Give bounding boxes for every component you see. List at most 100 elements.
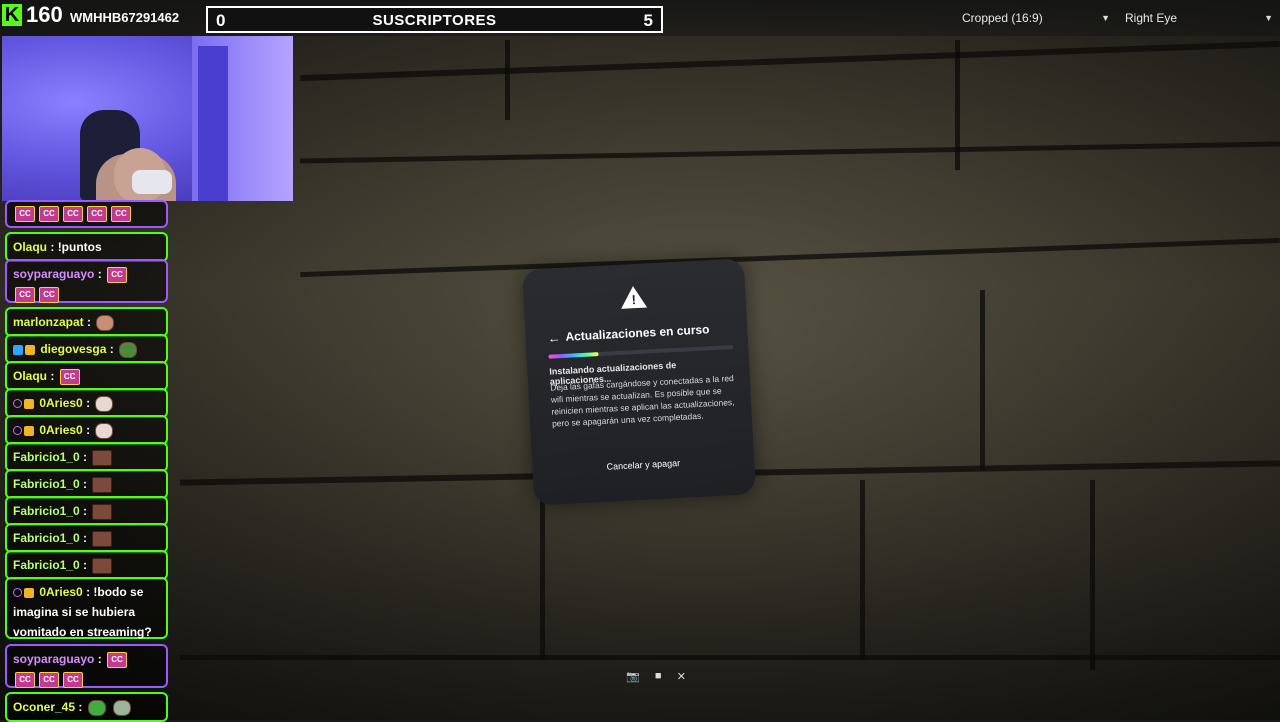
chat-username: Fabricio1_0 bbox=[13, 450, 80, 464]
chat-message: Oconer_45 : bbox=[5, 692, 168, 722]
chat-text: : bbox=[83, 504, 88, 518]
chat-message: soyparaguayo : CC CC CC bbox=[5, 259, 168, 303]
emote-cc: CC bbox=[59, 368, 80, 385]
emote-cc: CC bbox=[15, 671, 35, 688]
chat-message: Olaqu : !puntos bbox=[5, 232, 168, 262]
mute-icon[interactable]: ✕ bbox=[677, 670, 686, 686]
chat-message: diegovesga : bbox=[5, 334, 168, 364]
wall-mortar-line bbox=[980, 290, 985, 470]
chat-message: marlonzapat : bbox=[5, 307, 168, 337]
stream-top-bar: K 160 WMHHB67291462 0 SUSCRIPTORES 5 Cro… bbox=[0, 0, 1280, 36]
emote-face bbox=[95, 395, 114, 412]
chat-username: diegovesga bbox=[40, 342, 107, 356]
vr-update-dialog: ! ← Actualizaciones en curso Instalando … bbox=[521, 258, 757, 506]
badge-icon bbox=[24, 425, 34, 436]
chat-username: Fabricio1_0 bbox=[13, 558, 80, 572]
wall-mortar-line bbox=[300, 141, 1280, 164]
chat-message: CC CC CC CC CC bbox=[5, 200, 168, 228]
emote-cc: CC bbox=[87, 205, 107, 222]
chat-text: : bbox=[86, 423, 91, 437]
emote-cc: CC bbox=[15, 205, 35, 222]
chat-message: Olaqu : CC bbox=[5, 361, 168, 391]
badge-icon bbox=[13, 426, 22, 436]
chat-username: 0Aries0 bbox=[39, 396, 83, 410]
badge-icon bbox=[13, 399, 22, 409]
emote-face bbox=[96, 314, 115, 331]
emote-knight bbox=[92, 503, 113, 520]
chat-text: : bbox=[78, 700, 83, 714]
emote-cc: CC bbox=[39, 286, 59, 303]
chevron-down-icon: ▼ bbox=[1264, 13, 1273, 23]
back-arrow-icon[interactable]: ← bbox=[547, 330, 561, 346]
chat-username: Olaqu bbox=[13, 369, 48, 383]
chat-username: Fabricio1_0 bbox=[13, 531, 80, 545]
chat-text: : bbox=[83, 477, 88, 491]
chat-message: Fabricio1_0 : bbox=[5, 469, 168, 499]
chevron-down-icon: ▼ bbox=[1101, 13, 1110, 23]
chat-username: Fabricio1_0 bbox=[13, 477, 80, 491]
capture-controls: 📷 ■ ✕ bbox=[626, 670, 686, 686]
chat-message: Fabricio1_0 : bbox=[5, 550, 168, 580]
chat-username: marlonzapat bbox=[13, 315, 84, 329]
chat-username: Fabricio1_0 bbox=[13, 504, 80, 518]
crop-mode-value: Cropped (16:9) bbox=[962, 11, 1043, 25]
wall-mortar-line bbox=[300, 40, 1280, 82]
update-description: Deja las gafas cargándose y conectadas a… bbox=[549, 373, 735, 429]
vr-headset bbox=[132, 170, 172, 194]
update-progress-bar bbox=[548, 345, 734, 359]
wall-mortar-line bbox=[180, 655, 1280, 660]
chat-username: soyparaguayo bbox=[13, 652, 95, 666]
chat-username: 0Aries0 bbox=[39, 423, 83, 437]
emote-knight bbox=[92, 530, 113, 547]
wall-mortar-line bbox=[300, 237, 1280, 278]
crop-mode-select[interactable]: Cropped (16:9) ▼ bbox=[962, 8, 1110, 28]
emote-face bbox=[87, 699, 106, 716]
webcam-feed bbox=[2, 36, 293, 201]
badge-icon bbox=[25, 344, 35, 355]
chat-text: : bbox=[83, 531, 88, 545]
wall-mortar-line bbox=[540, 490, 545, 660]
chat-text: : bbox=[87, 315, 92, 329]
wall-mortar-line bbox=[505, 40, 510, 120]
emote-cc: CC bbox=[107, 266, 128, 283]
dialog-title: Actualizaciones en curso bbox=[565, 322, 710, 344]
wall-mortar-line bbox=[1090, 480, 1095, 670]
emote-cc: CC bbox=[111, 205, 131, 222]
subscriber-goal-title: SUSCRIPTORES bbox=[372, 12, 497, 29]
warning-icon: ! bbox=[619, 285, 648, 309]
webcam-door bbox=[198, 46, 228, 201]
emote-cc: CC bbox=[39, 205, 59, 222]
badge-icon bbox=[13, 588, 22, 598]
chat-username: Oconer_45 bbox=[13, 700, 76, 714]
chat-message: 0Aries0 : bbox=[5, 415, 168, 445]
emote-cc: CC bbox=[39, 671, 59, 688]
chat-text: : bbox=[50, 369, 55, 383]
chat-text: : bbox=[109, 342, 114, 356]
subscriber-goal-box: 0 SUSCRIPTORES 5 bbox=[206, 6, 663, 33]
wall-mortar-line bbox=[860, 480, 865, 660]
update-progress-fill bbox=[548, 352, 599, 359]
chat-username: 0Aries0 bbox=[39, 585, 83, 599]
chat-message: Fabricio1_0 : bbox=[5, 496, 168, 526]
chat-message: Fabricio1_0 : bbox=[5, 523, 168, 553]
chat-message: soyparaguayo : CC CC CC CC bbox=[5, 644, 168, 688]
emote-face bbox=[113, 699, 132, 716]
emote-cc: CC bbox=[107, 651, 128, 668]
record-icon[interactable]: ■ bbox=[655, 670, 662, 686]
chat-text: : bbox=[97, 267, 102, 281]
badge-icon bbox=[24, 398, 34, 409]
emote-knight bbox=[92, 476, 113, 493]
emote-knight bbox=[92, 449, 113, 466]
chat-username: soyparaguayo bbox=[13, 267, 95, 281]
camera-icon[interactable]: 📷 bbox=[626, 670, 640, 686]
channel-code: WMHHB67291462 bbox=[70, 10, 180, 25]
viewer-count: 160 bbox=[26, 2, 63, 27]
chat-text: : !puntos bbox=[50, 240, 102, 254]
chat-username: Olaqu bbox=[13, 240, 48, 254]
emote-face bbox=[95, 422, 114, 439]
cancel-and-shutdown-button[interactable]: Cancelar y apagar bbox=[532, 454, 754, 476]
emote-cc: CC bbox=[15, 286, 35, 303]
emote-cc: CC bbox=[63, 205, 83, 222]
eye-select[interactable]: Right Eye ▼ bbox=[1125, 8, 1273, 28]
chat-message: 0Aries0 : bbox=[5, 388, 168, 418]
